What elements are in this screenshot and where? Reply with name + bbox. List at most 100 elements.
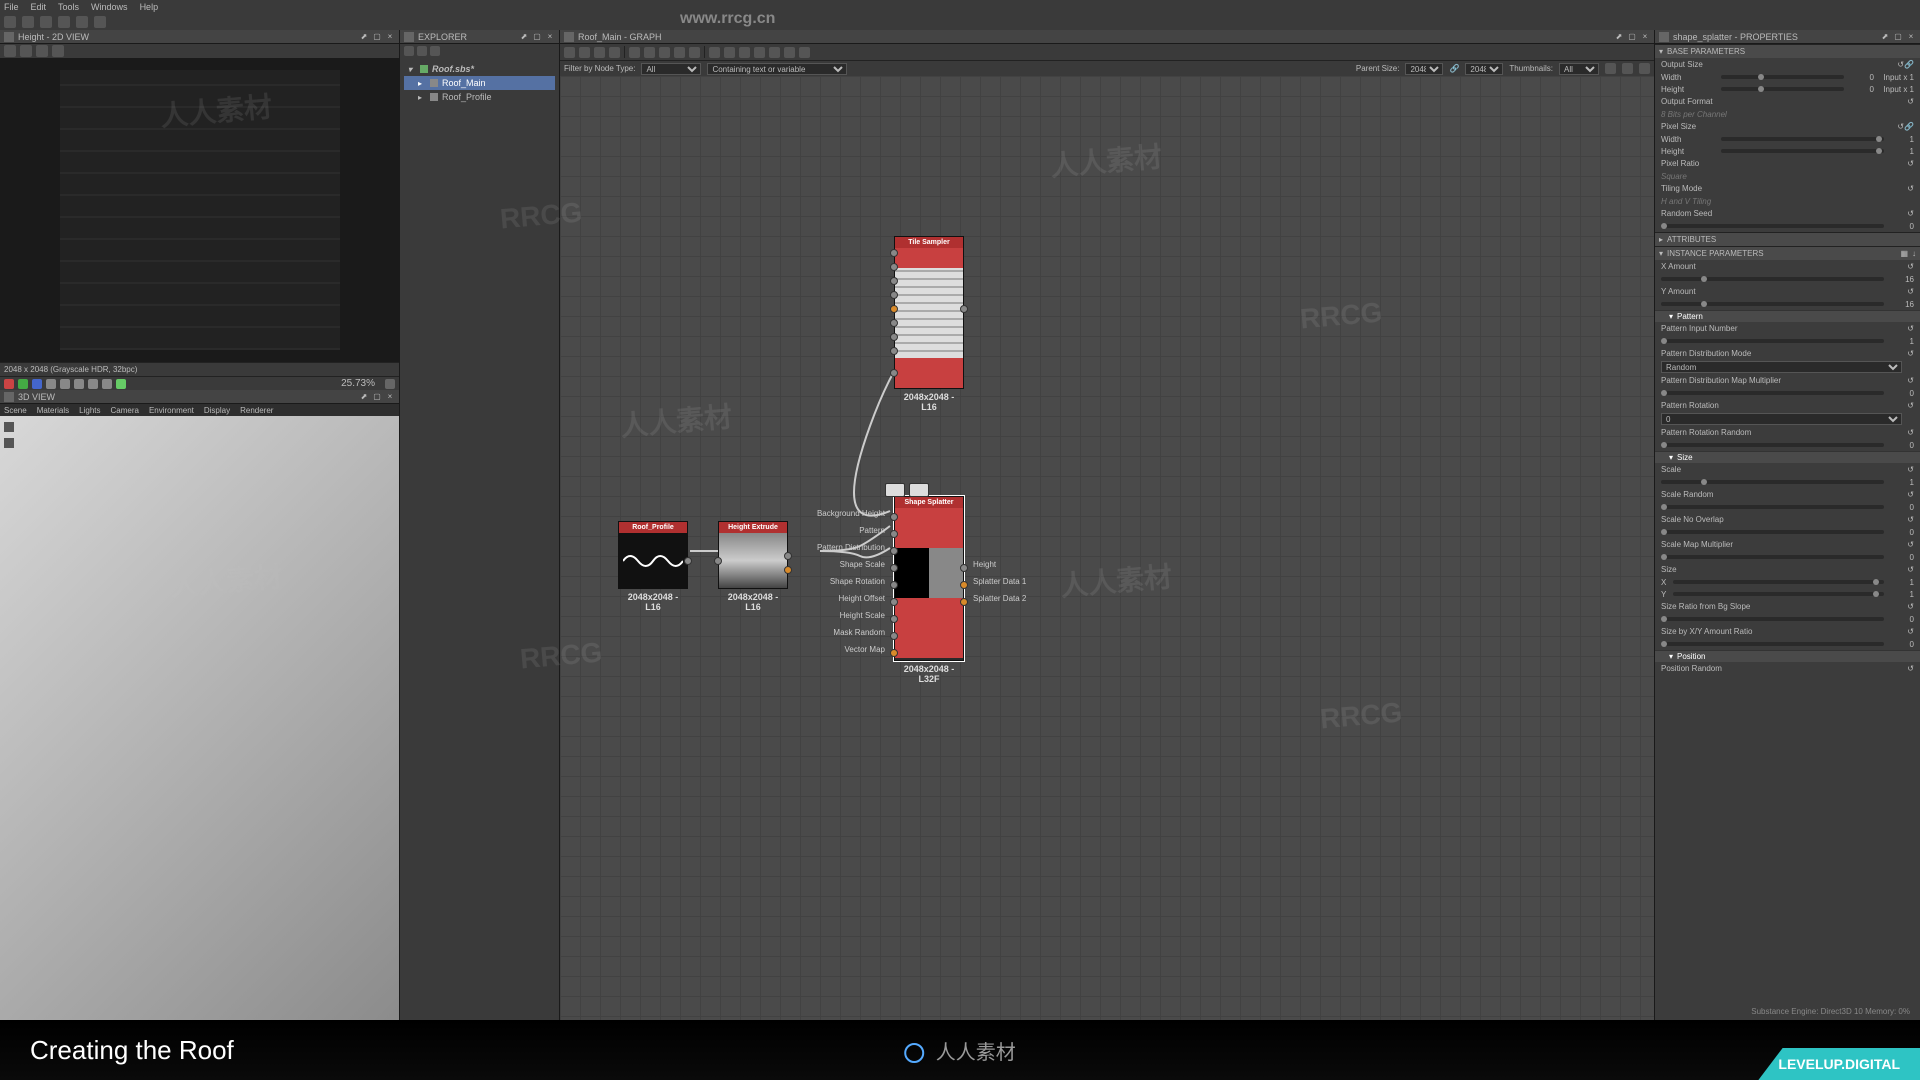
tool-icon[interactable] (52, 45, 64, 57)
reset-icon[interactable]: ↺ (1907, 159, 1914, 168)
prop-pixel-width[interactable]: Width1 (1655, 133, 1920, 145)
close-icon[interactable]: × (385, 32, 395, 42)
reset-icon[interactable]: ↺ (1907, 349, 1914, 358)
home-icon[interactable] (4, 16, 16, 28)
close-icon[interactable]: × (385, 392, 395, 402)
slider-size-ratio-xy[interactable]: 0 (1655, 638, 1920, 650)
menu-environment[interactable]: Environment (149, 406, 194, 414)
tool-icon[interactable] (659, 47, 670, 58)
prop-width[interactable]: Width0Input x 1 (1655, 71, 1920, 83)
action-icon[interactable]: ↓ (1912, 249, 1916, 258)
reset-icon[interactable]: ↺ (1907, 184, 1914, 193)
input-port[interactable] (890, 598, 898, 606)
section-base-parameters[interactable]: ▾BASE PARAMETERS (1655, 44, 1920, 58)
tree-root[interactable]: ▾ Roof.sbs* (404, 62, 555, 76)
menu-tools[interactable]: Tools (58, 2, 79, 12)
slider-x-amount[interactable]: 16 (1655, 273, 1920, 285)
output-port[interactable] (684, 557, 692, 565)
reset-icon[interactable]: ↺ (1907, 490, 1914, 499)
tool-icon[interactable] (689, 47, 700, 58)
input-port[interactable] (890, 319, 898, 327)
reset-icon[interactable]: ↺ (1907, 209, 1914, 218)
slider-size-ratio-slope[interactable]: 0 (1655, 613, 1920, 625)
link-icon[interactable]: 🔗 (1904, 122, 1914, 131)
section-pattern[interactable]: ▾Pattern (1655, 310, 1920, 322)
output-port[interactable] (960, 564, 968, 572)
tool-icon[interactable] (4, 45, 16, 57)
pin-icon[interactable]: ⬈ (359, 32, 369, 42)
input-port[interactable] (890, 530, 898, 538)
slider-y-amount[interactable]: 16 (1655, 298, 1920, 310)
save-icon[interactable] (58, 16, 70, 28)
pin-icon[interactable]: ⬈ (519, 32, 529, 42)
section-instance-parameters[interactable]: ▾INSTANCE PARAMETERS▦↓ (1655, 246, 1920, 260)
section-size[interactable]: ▾Size (1655, 451, 1920, 463)
reset-icon[interactable]: ↺ (1907, 262, 1914, 271)
input-port[interactable] (890, 369, 898, 377)
reset-icon[interactable]: ↺ (1907, 287, 1914, 296)
tool-icon[interactable] (769, 47, 780, 58)
menu-display[interactable]: Display (204, 406, 230, 414)
close-icon[interactable]: × (1906, 32, 1916, 42)
input-port[interactable] (890, 291, 898, 299)
tool-icon[interactable] (784, 47, 795, 58)
extra-icon[interactable] (116, 379, 126, 389)
tool-icon[interactable] (799, 47, 810, 58)
node-height-extrude[interactable]: Height Extrude 2048x2048 - L16 (718, 521, 788, 589)
reset-icon[interactable]: ↺ (1907, 465, 1914, 474)
reset-icon[interactable]: ↺ (1907, 627, 1914, 636)
tree-item-roof-profile[interactable]: ▸ Roof_Profile (404, 90, 555, 104)
reset-icon[interactable]: ↺ (1907, 515, 1914, 524)
parent-size2-select[interactable]: 2048 (1465, 63, 1503, 75)
input-port[interactable] (890, 581, 898, 589)
pin-2d-icon[interactable] (885, 483, 905, 497)
light-icon[interactable] (4, 438, 14, 448)
reset-icon[interactable]: ↺ (1907, 428, 1914, 437)
input-port[interactable] (890, 333, 898, 341)
input-port[interactable] (890, 347, 898, 355)
close-icon[interactable]: × (545, 32, 555, 42)
output-port[interactable] (784, 566, 792, 574)
link-icon[interactable]: 🔗 (1449, 64, 1459, 73)
output-port[interactable] (784, 552, 792, 560)
menu-camera[interactable]: Camera (111, 406, 139, 414)
prop-height[interactable]: Height0Input x 1 (1655, 83, 1920, 95)
filter-type-select[interactable]: All (641, 63, 701, 75)
dock-icon[interactable]: ▢ (1627, 32, 1637, 42)
menu-lights[interactable]: Lights (79, 406, 100, 414)
prop-pixel-height[interactable]: Height1 (1655, 145, 1920, 157)
tool-icon[interactable] (594, 47, 605, 58)
reset-icon[interactable]: ↺ (1907, 540, 1914, 549)
grid-icon[interactable] (46, 379, 56, 389)
close-icon[interactable]: × (1640, 32, 1650, 42)
tool-icon[interactable] (20, 45, 32, 57)
section-attributes[interactable]: ▸ATTRIBUTES (1655, 232, 1920, 246)
input-port[interactable] (890, 277, 898, 285)
channel-b-icon[interactable] (32, 379, 42, 389)
reset-icon[interactable]: ↺ (1907, 602, 1914, 611)
slider-pattern-rot-rand[interactable]: 0 (1655, 439, 1920, 451)
dock-icon[interactable]: ▢ (532, 32, 542, 42)
tool-icon[interactable] (709, 47, 720, 58)
dock-icon[interactable]: ▢ (1893, 32, 1903, 42)
menu-help[interactable]: Help (140, 2, 159, 12)
input-port[interactable] (890, 547, 898, 555)
tree-item-roof-main[interactable]: ▸ Roof_Main (404, 76, 555, 90)
chevron-down-icon[interactable]: ▾ (408, 65, 416, 74)
dock-icon[interactable]: ▢ (372, 392, 382, 402)
reset-icon[interactable]: ↺ (1907, 664, 1914, 673)
prop-seed[interactable]: 0 (1655, 220, 1920, 232)
dock-icon[interactable]: ▢ (372, 32, 382, 42)
tool-icon[interactable] (644, 47, 655, 58)
slider-scale-noovl[interactable]: 0 (1655, 526, 1920, 538)
reset-icon[interactable]: ↺ (1897, 122, 1904, 131)
tool-icon[interactable] (579, 47, 590, 58)
output-port[interactable] (960, 598, 968, 606)
thumb-select[interactable]: All (1559, 63, 1599, 75)
output-port[interactable] (960, 581, 968, 589)
channel-r-icon[interactable] (4, 379, 14, 389)
input-port[interactable] (714, 557, 722, 565)
tool-icon[interactable] (754, 47, 765, 58)
section-position[interactable]: ▾Position (1655, 650, 1920, 662)
pin-icon[interactable]: ⬈ (1614, 32, 1624, 42)
